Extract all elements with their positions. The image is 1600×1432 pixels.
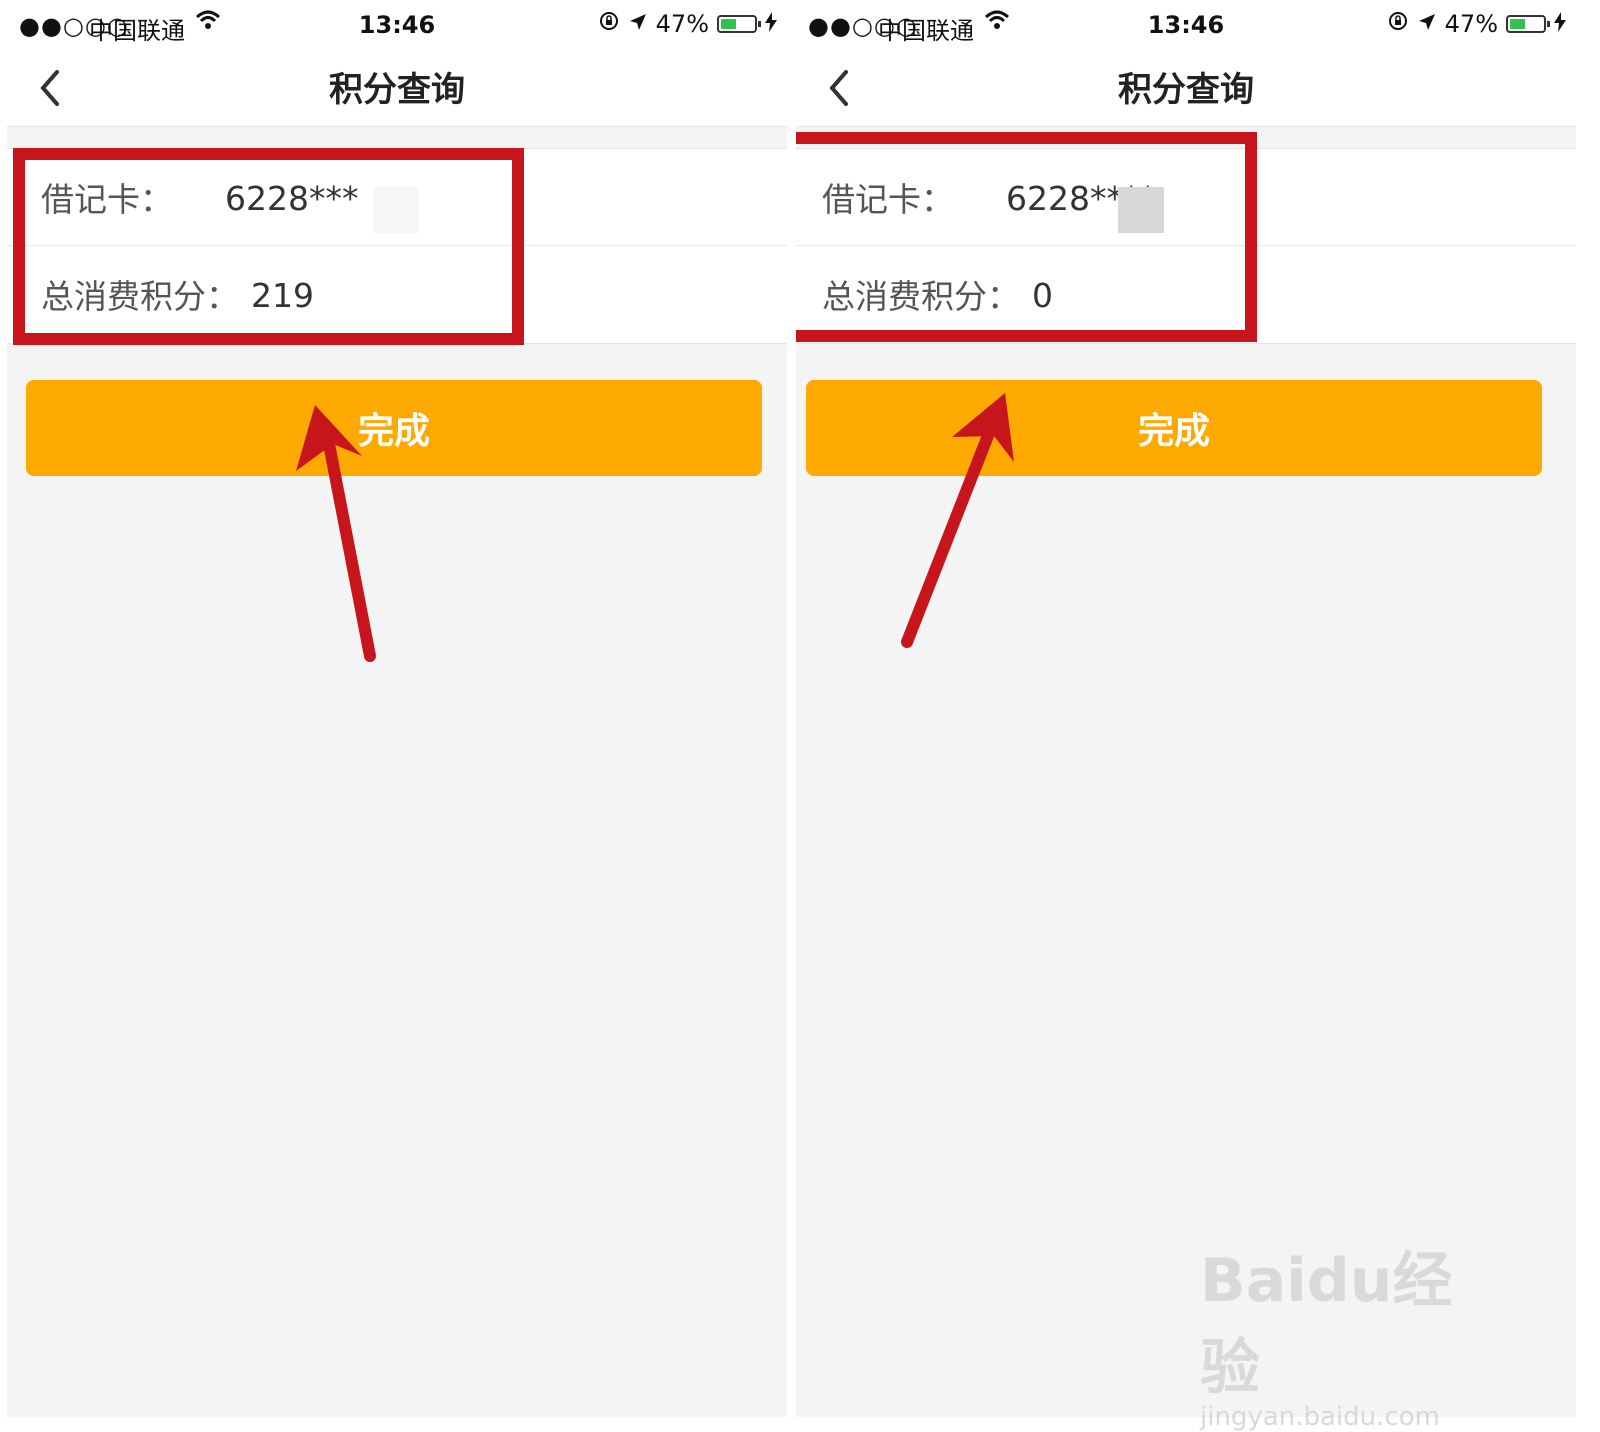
battery-fill xyxy=(1510,19,1525,29)
phone-screen-right: ●●○○○ 中国联通 13:46 47% 积分查询 借记卡： 6228**** … xyxy=(796,0,1576,1417)
panel-divider xyxy=(787,0,796,1417)
highlight-box xyxy=(13,148,524,345)
battery-icon xyxy=(717,15,761,33)
charging-bolt-icon xyxy=(1554,10,1566,38)
highlight-box xyxy=(796,132,1257,342)
status-right-group: 47% xyxy=(598,10,777,38)
status-bar: ●●○○○ 中国联通 13:46 47% xyxy=(7,0,787,52)
battery-percent: 47% xyxy=(655,10,709,38)
done-button[interactable]: 完成 xyxy=(806,380,1542,476)
baidu-watermark: Baidu经验 jingyan.baidu.com xyxy=(1200,1232,1500,1432)
page-title: 积分查询 xyxy=(329,70,465,110)
navigation-bar: 积分查询 xyxy=(796,52,1576,127)
battery-percent: 47% xyxy=(1444,10,1498,38)
battery-fill xyxy=(721,19,736,29)
page-title: 积分查询 xyxy=(1118,70,1254,110)
status-right-group: 47% xyxy=(1387,10,1566,38)
rotation-lock-icon xyxy=(598,10,620,38)
charging-bolt-icon xyxy=(765,10,777,38)
battery-icon xyxy=(1506,15,1550,33)
watermark-url: jingyan.baidu.com xyxy=(1200,1402,1440,1432)
done-button[interactable]: 完成 xyxy=(26,380,762,476)
watermark-brand: Baidu经验 xyxy=(1200,1246,1453,1403)
location-arrow-icon xyxy=(628,10,648,38)
phone-screen-left: ●●○○○ 中国联通 13:46 47% 积分查询 借记卡： 6228*** 总… xyxy=(7,0,787,1417)
navigation-bar: 积分查询 xyxy=(7,52,787,127)
status-bar: ●●○○○ 中国联通 13:46 47% xyxy=(796,0,1576,52)
rotation-lock-icon xyxy=(1387,10,1409,38)
location-arrow-icon xyxy=(1417,10,1437,38)
